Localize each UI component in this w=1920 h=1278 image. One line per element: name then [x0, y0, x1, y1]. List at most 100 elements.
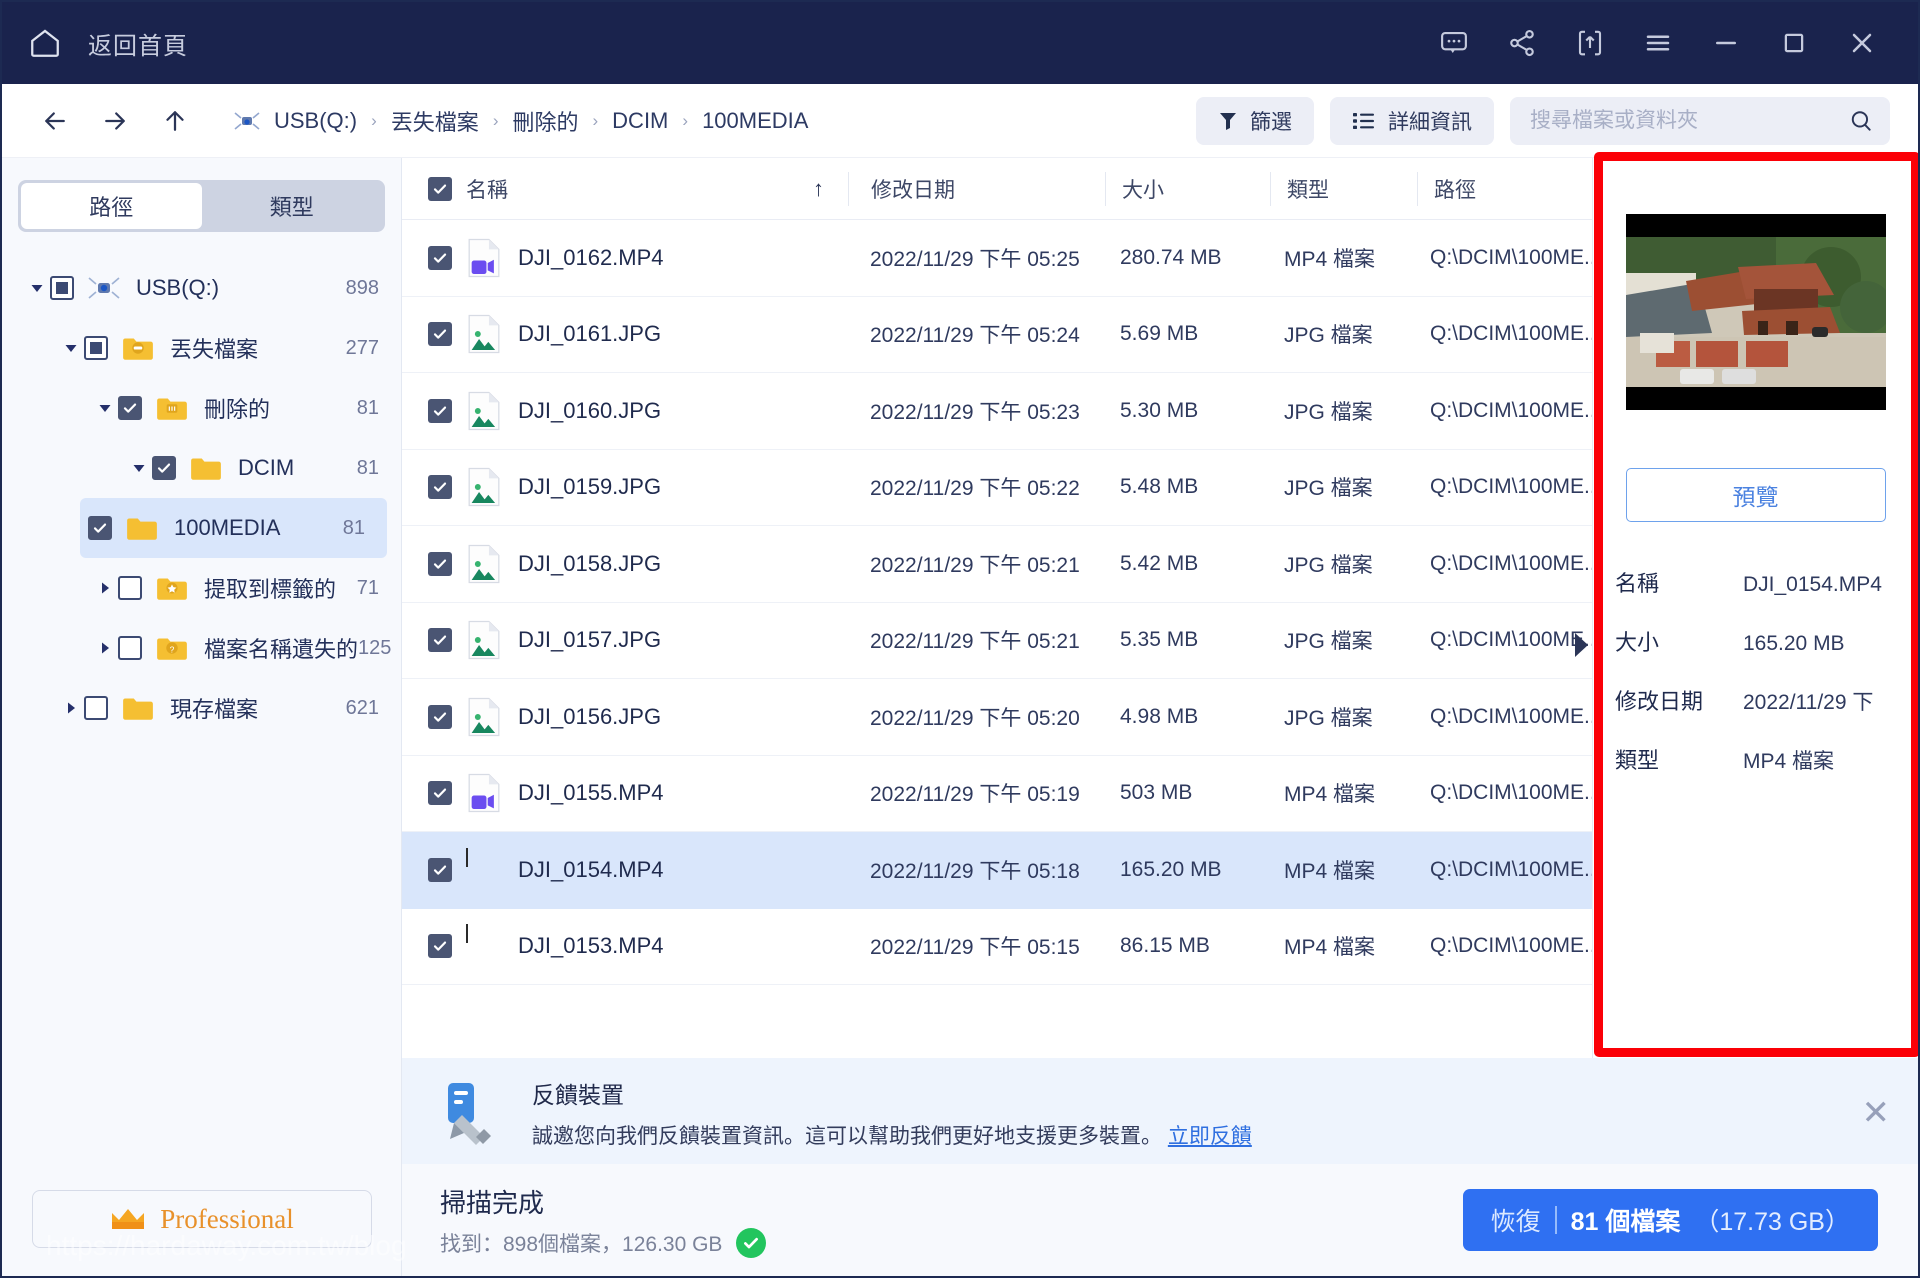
- scan-status-title: 掃描完成: [440, 1187, 545, 1218]
- preview-panel: 預覽 名稱 DJI_0154.MP4 大小 165.20 MB 修改日期 2022/11/…: [1575, 158, 1918, 1058]
- cell-type: MP4 檔案: [1284, 936, 1376, 960]
- tree-checkbox[interactable]: [118, 396, 142, 420]
- tree-twisty-down-icon[interactable]: [24, 280, 50, 296]
- tree-checkbox[interactable]: [152, 456, 176, 480]
- breadcrumb-item-0[interactable]: USB(Q:): [274, 108, 357, 134]
- tree-checkbox[interactable]: [84, 696, 108, 720]
- share-icon[interactable]: [1504, 25, 1540, 61]
- minimize-icon[interactable]: [1708, 25, 1744, 61]
- row-checkbox[interactable]: [428, 398, 452, 423]
- folder-icon: [118, 692, 158, 724]
- tree-checkbox[interactable]: [84, 336, 108, 360]
- home-button[interactable]: [2, 2, 88, 84]
- column-header-size[interactable]: 大小: [1106, 174, 1270, 204]
- file-metadata-list: 名稱 DJI_0154.MP4 大小 165.20 MB 修改日期 2022/11/29 …: [1593, 566, 1918, 802]
- search-input[interactable]: [1530, 108, 1848, 133]
- row-checkbox[interactable]: [428, 934, 452, 959]
- sidebar-tabs: 路徑 類型: [18, 180, 385, 232]
- nav-actions: 篩選 詳細資訊: [1196, 96, 1918, 145]
- tree-twisty-down-icon[interactable]: [58, 340, 84, 356]
- tree-item-count: 125: [358, 636, 392, 659]
- up-arrow-icon[interactable]: [158, 104, 192, 138]
- breadcrumb-separator: ›: [592, 110, 599, 130]
- tree-checkbox[interactable]: [118, 636, 142, 660]
- row-checkbox[interactable]: [428, 551, 452, 576]
- tree-item-DCIM[interactable]: DCIM 81: [2, 438, 401, 498]
- feedback-title: 反饋裝置: [532, 1082, 624, 1108]
- column-header-name[interactable]: 名稱 ↑: [428, 174, 848, 204]
- cell-modified-date: 2022/11/29 下午 05:25: [870, 247, 1080, 271]
- tree-twisty-right-icon[interactable]: [58, 700, 84, 716]
- select-all-checkbox[interactable]: [428, 176, 452, 201]
- cell-size: 165.20 MB: [1120, 857, 1222, 881]
- sidebar: 路徑 類型 USB(Q:) 898 丟失檔案 277 刪除的 81 DCIM 81 100MED…: [2, 158, 402, 1276]
- tab-type[interactable]: 類型: [202, 183, 383, 229]
- details-button[interactable]: 詳細資訊: [1330, 96, 1494, 145]
- filter-label: 篩選: [1250, 110, 1292, 134]
- row-checkbox[interactable]: [428, 781, 452, 806]
- banner-close-icon[interactable]: ✕: [1862, 1093, 1891, 1133]
- menu-icon[interactable]: [1640, 25, 1676, 61]
- column-header-type[interactable]: 類型: [1271, 174, 1417, 204]
- tree-checkbox[interactable]: [50, 276, 74, 300]
- tree-item-現存檔案[interactable]: 現存檔案 621: [2, 678, 401, 738]
- maximize-icon[interactable]: [1776, 25, 1812, 61]
- row-checkbox[interactable]: [428, 857, 452, 882]
- row-checkbox[interactable]: [428, 475, 452, 500]
- tree-twisty-down-icon[interactable]: [126, 460, 152, 476]
- forward-arrow-icon[interactable]: [98, 104, 132, 138]
- collapse-preview-icon[interactable]: [1569, 628, 1593, 662]
- tree-twisty-right-icon[interactable]: [92, 580, 118, 596]
- preview-thumbnail: [1625, 214, 1886, 410]
- row-checkbox[interactable]: [428, 245, 452, 270]
- tree-checkbox[interactable]: [118, 576, 142, 600]
- cell-size: 503 MB: [1120, 781, 1193, 805]
- tree-item-100MEDIA[interactable]: 100MEDIA 81: [80, 498, 387, 558]
- feedback-link[interactable]: 立即反饋: [1168, 1125, 1252, 1148]
- tree-item-丟失檔案[interactable]: 丟失檔案 277: [2, 318, 401, 378]
- tree-twisty-down-icon[interactable]: [92, 400, 118, 416]
- breadcrumb-item-2[interactable]: 刪除的: [512, 105, 578, 137]
- row-checkbox[interactable]: [428, 322, 452, 347]
- filter-button[interactable]: 篩選: [1196, 96, 1314, 145]
- close-icon[interactable]: [1844, 25, 1880, 61]
- tab-path[interactable]: 路徑: [21, 183, 202, 229]
- metadata-value: 165.20 MB: [1743, 632, 1845, 655]
- row-checkbox[interactable]: [428, 704, 452, 729]
- search-box[interactable]: [1510, 96, 1890, 145]
- metadata-row: 名稱 DJI_0154.MP4: [1615, 566, 1900, 625]
- back-arrow-icon[interactable]: [38, 104, 72, 138]
- tree-twisty-right-icon[interactable]: [92, 640, 118, 656]
- tree-item-提取到標籤的[interactable]: 提取到標籤的 71: [2, 558, 401, 618]
- upload-icon[interactable]: [1572, 25, 1608, 61]
- preview-button[interactable]: 預覽: [1625, 468, 1886, 522]
- tree-item-label: 刪除的: [204, 397, 271, 422]
- column-header-date[interactable]: 修改日期: [849, 174, 1105, 204]
- breadcrumb-separator: ›: [682, 110, 689, 130]
- tree-item-刪除的[interactable]: 刪除的 81: [2, 378, 401, 438]
- breadcrumb-item-1[interactable]: 丟失檔案: [391, 105, 479, 137]
- feedback-banner: 反饋裝置 誠邀您向我們反饋裝置資訊。這可以幫助我們更好地支援更多裝置。 立即反饋…: [402, 1058, 1918, 1168]
- cell-size: 5.35 MB: [1120, 628, 1199, 652]
- drone-icon: [230, 108, 264, 134]
- tree-item-檔案名稱遺失的[interactable]: ? 檔案名稱遺失的 125: [2, 618, 401, 678]
- row-checkbox[interactable]: [428, 628, 452, 653]
- tree-checkbox[interactable]: [88, 516, 112, 540]
- cell-name: DJI_0158.JPG: [428, 543, 848, 585]
- professional-badge[interactable]: Professional: [32, 1190, 372, 1248]
- tree-item-USB(Q:)[interactable]: USB(Q:) 898: [2, 258, 401, 318]
- breadcrumb-item-4[interactable]: 100MEDIA: [702, 108, 808, 134]
- breadcrumb-item-3[interactable]: DCIM: [612, 108, 668, 134]
- device-feedback-icon: [436, 1076, 510, 1150]
- tree-item-label: USB(Q:): [136, 275, 220, 300]
- chat-icon[interactable]: [1436, 25, 1472, 61]
- search-icon[interactable]: [1848, 108, 1874, 134]
- home-label[interactable]: 返回首頁: [88, 26, 188, 61]
- cell-name: DJI_0159.JPG: [428, 466, 848, 508]
- file-type-icon: [466, 313, 504, 355]
- sort-ascending-icon[interactable]: ↑: [813, 176, 848, 202]
- folder-icon: [122, 512, 162, 544]
- crown-icon: [112, 1209, 145, 1229]
- recover-button[interactable]: 恢復 81 個檔案 （17.73 GB）: [1462, 1189, 1878, 1251]
- tree-item-count: 898: [345, 276, 379, 299]
